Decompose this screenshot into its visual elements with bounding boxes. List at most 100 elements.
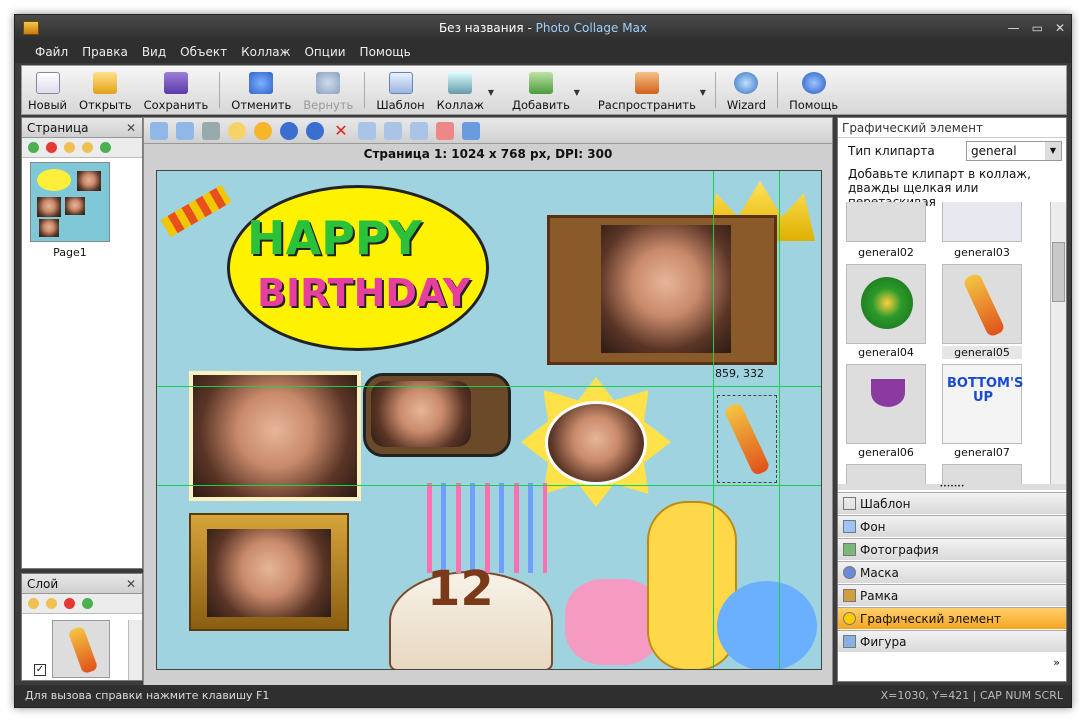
undo-button[interactable]: Отменить xyxy=(225,66,297,114)
layers-panel: Слой ✕ ✓ xyxy=(21,573,143,681)
help-button[interactable]: Помощь xyxy=(783,66,844,114)
collage-photo[interactable] xyxy=(193,375,357,497)
clip-general04[interactable] xyxy=(846,264,926,344)
clip-general03[interactable] xyxy=(942,202,1022,242)
bottoms-up-text: BOTTOM'S UP xyxy=(947,376,1024,405)
close-icon[interactable]: ✕ xyxy=(126,574,136,594)
properties-icon[interactable] xyxy=(462,121,480,140)
section-photo[interactable]: Фотография xyxy=(838,538,1066,560)
bring-forward-icon[interactable] xyxy=(228,121,246,140)
toolbar-divider xyxy=(777,72,779,108)
send-backward-icon[interactable] xyxy=(254,121,272,140)
page-thumbnail[interactable] xyxy=(30,162,110,242)
menu-collage[interactable]: Коллаж xyxy=(241,45,290,59)
align-icon[interactable] xyxy=(358,121,376,140)
menu-help[interactable]: Помощь xyxy=(360,45,411,59)
rotate-left-icon[interactable] xyxy=(306,121,324,140)
collage-photo[interactable] xyxy=(601,225,731,353)
dog-clipart[interactable] xyxy=(717,581,817,669)
page-thumbnail-label: Page1 xyxy=(53,246,87,259)
title-separator: - xyxy=(523,21,536,35)
menu-options[interactable]: Опции xyxy=(304,45,345,59)
distribute-icon[interactable] xyxy=(384,121,402,140)
menu-file[interactable]: Файл xyxy=(35,45,68,59)
chevron-down-icon[interactable]: ▼ xyxy=(1045,142,1061,160)
move-up-icon[interactable] xyxy=(64,142,75,153)
section-shape-label: Фигура xyxy=(860,635,907,649)
clip-general02[interactable] xyxy=(846,202,926,242)
move-up-icon[interactable] xyxy=(28,598,39,609)
dropdown-arrow-icon[interactable]: ▼ xyxy=(574,88,580,97)
pages-panel-header: Страница ✕ xyxy=(22,118,142,138)
section-clipart[interactable]: Графический элемент xyxy=(838,607,1066,629)
refresh-icon[interactable] xyxy=(100,142,111,153)
clip-general05[interactable] xyxy=(942,264,1022,344)
collage-button[interactable]: Коллаж ▼ xyxy=(431,66,494,114)
layers-scrollbar[interactable] xyxy=(128,620,142,680)
bottle-clipart xyxy=(962,272,1006,338)
collage-photo[interactable] xyxy=(207,529,331,617)
frame-icon xyxy=(843,589,856,602)
clip-item[interactable] xyxy=(846,464,926,484)
redo-button[interactable]: Вернуть xyxy=(297,66,359,114)
expand-chevron-icon[interactable]: » xyxy=(1053,656,1060,669)
clip-general07[interactable]: BOTTOM'S UP xyxy=(942,364,1024,444)
page-info: Страница 1: 1024 x 768 px, DPI: 300 xyxy=(363,147,613,161)
collage-canvas[interactable]: HAPPY BIRTHDAY 12 859, 332 xyxy=(156,170,822,670)
guide-line xyxy=(157,485,821,486)
selection-box[interactable] xyxy=(717,395,777,483)
clear-icon[interactable] xyxy=(202,121,220,140)
layer-thumbnail[interactable] xyxy=(52,620,110,678)
dropdown-arrow-icon[interactable]: ▼ xyxy=(700,88,706,97)
crop-photo-icon[interactable] xyxy=(176,121,194,140)
splitter-handle[interactable]: ••••••• xyxy=(838,484,1066,490)
party-horn-clipart[interactable] xyxy=(160,184,232,238)
section-shape[interactable]: Фигура xyxy=(838,630,1066,652)
add-button[interactable]: Добавить ▼ xyxy=(506,66,580,114)
move-down-icon[interactable] xyxy=(82,142,93,153)
maximize-icon[interactable]: ▭ xyxy=(1032,15,1043,41)
template-button[interactable]: Шаблон xyxy=(370,66,430,114)
remove-effects-icon[interactable] xyxy=(436,121,454,140)
section-template[interactable]: Шаблон xyxy=(838,492,1066,514)
sun-icon xyxy=(843,612,856,625)
section-mask[interactable]: Маска xyxy=(838,561,1066,583)
layer-visible-checkbox[interactable]: ✓ xyxy=(34,664,46,676)
size-icon[interactable] xyxy=(410,121,428,140)
menu-edit[interactable]: Правка xyxy=(82,45,128,59)
pages-panel-title: Страница xyxy=(27,121,89,135)
share-button[interactable]: Распространить ▼ xyxy=(592,66,706,114)
status-indicators: CAP NUM SCRL xyxy=(979,689,1063,702)
delete-icon[interactable]: ✕ xyxy=(332,121,350,140)
clipart-panel: Графический элемент Тип клипарта general… xyxy=(837,117,1067,682)
birthday-balloon-clipart[interactable] xyxy=(227,185,489,351)
dropdown-arrow-icon[interactable]: ▼ xyxy=(488,88,494,97)
fit-image-icon[interactable] xyxy=(150,121,168,140)
add-page-icon[interactable] xyxy=(28,142,39,153)
delete-layer-icon[interactable] xyxy=(64,598,75,609)
minimize-icon[interactable]: — xyxy=(1008,15,1020,41)
close-icon[interactable]: ✕ xyxy=(1055,15,1065,41)
move-down-icon[interactable] xyxy=(46,598,57,609)
clip-general06[interactable] xyxy=(846,364,926,444)
open-button[interactable]: Открыть xyxy=(73,66,138,114)
rotate-right-icon[interactable] xyxy=(280,121,298,140)
section-frame[interactable]: Рамка xyxy=(838,584,1066,606)
wizard-button[interactable]: Wizard xyxy=(721,66,772,114)
close-icon[interactable]: ✕ xyxy=(126,118,136,138)
save-button[interactable]: Сохранить xyxy=(138,66,215,114)
section-background[interactable]: Фон xyxy=(838,515,1066,537)
collage-photo[interactable] xyxy=(371,381,471,447)
scrollbar-thumb[interactable] xyxy=(1052,242,1065,302)
refresh-icon[interactable] xyxy=(82,598,93,609)
guide-line xyxy=(713,171,714,669)
new-button[interactable]: Новый xyxy=(22,66,73,114)
menu-object[interactable]: Объект xyxy=(180,45,227,59)
clip-type-select[interactable]: general ▼ xyxy=(966,141,1062,161)
clipart-scrollbar[interactable] xyxy=(1050,202,1066,484)
collage-photo[interactable] xyxy=(545,401,647,485)
menu-view[interactable]: Вид xyxy=(142,45,166,59)
delete-page-icon[interactable] xyxy=(46,142,57,153)
clip-item[interactable] xyxy=(942,464,1022,484)
redo-arrow-icon xyxy=(316,72,341,94)
